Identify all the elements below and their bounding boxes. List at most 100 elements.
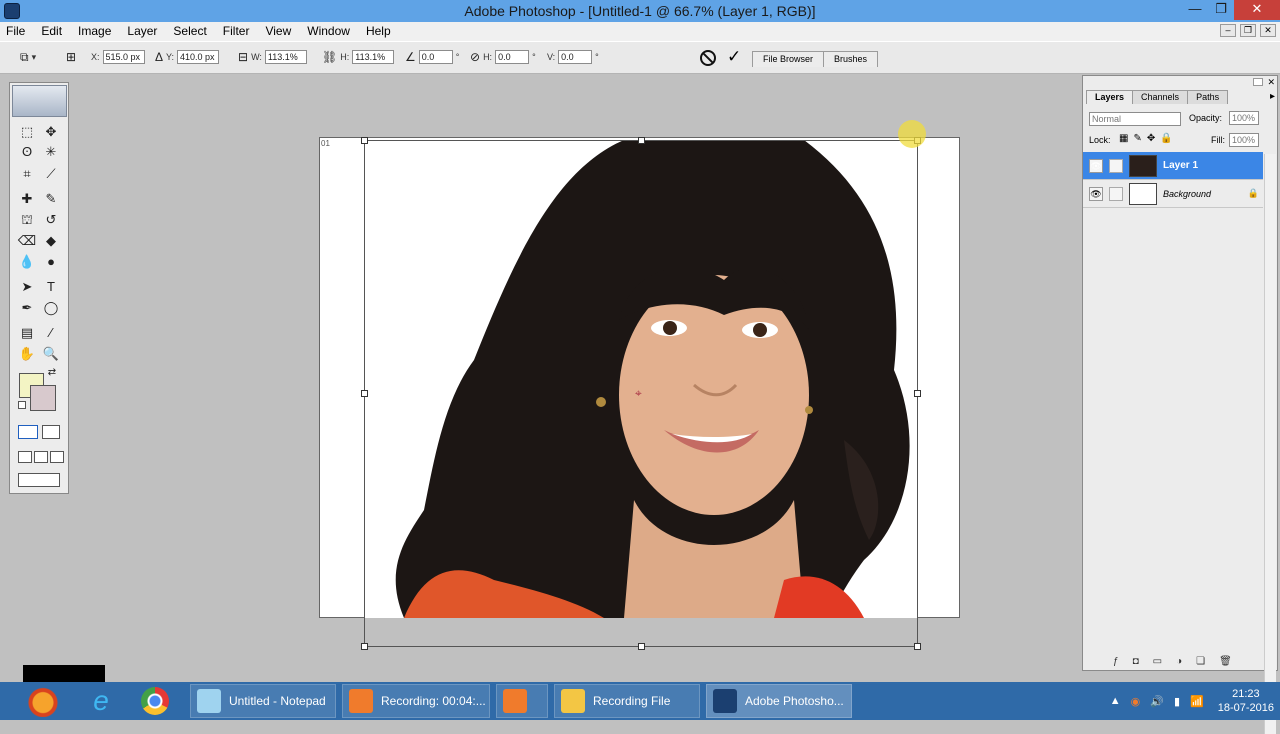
layer-row-layer-1[interactable]: 👁 Layer 1 [1083, 152, 1263, 180]
hskew-field[interactable]: 0.0 [495, 50, 530, 64]
opacity-field[interactable]: 100% [1229, 111, 1259, 125]
visibility-eye-icon[interactable]: 👁 [1089, 158, 1103, 173]
standard-mode-icon[interactable] [18, 425, 38, 439]
adjustment-layer-icon[interactable]: ◑ [1176, 656, 1182, 667]
task-recording-file[interactable]: Recording File [554, 684, 700, 718]
layer-style-icon[interactable]: ƒ [1113, 656, 1119, 667]
palette-close-icon[interactable]: ✕ [1267, 77, 1275, 88]
delete-layer-icon[interactable]: 🗑 [1219, 656, 1232, 667]
background-color-swatch[interactable] [30, 385, 56, 411]
fill-field[interactable]: 100% [1229, 133, 1259, 147]
clone-stamp-tool-icon[interactable]: ⛫ [16, 211, 38, 229]
full-screen-mode-icon[interactable] [50, 451, 64, 463]
default-colors-icon[interactable] [18, 401, 26, 409]
notes-tool-icon[interactable]: ▤ [16, 324, 38, 342]
blend-mode-select[interactable]: Normal [1089, 112, 1181, 126]
transform-handle-bottom-left[interactable] [361, 643, 368, 650]
transform-handle-top-left[interactable] [361, 137, 368, 144]
maximize-button[interactable]: ❐ [1208, 0, 1234, 20]
task-recorder-camera[interactable] [496, 684, 548, 718]
menu-file[interactable]: File [0, 22, 33, 41]
dodge-tool-icon[interactable]: ● [40, 253, 62, 271]
menu-filter[interactable]: Filter [215, 22, 258, 41]
marquee-tool-icon[interactable]: ⬚ [16, 123, 38, 141]
menu-select[interactable]: Select [165, 22, 214, 41]
link-icon[interactable] [1109, 186, 1123, 201]
menu-view[interactable]: View [257, 22, 299, 41]
lasso-tool-icon[interactable]: ʘ [16, 143, 38, 161]
transform-handle-middle-right[interactable] [914, 390, 921, 397]
show-hidden-icons[interactable]: ▲ [1110, 695, 1121, 707]
healing-brush-tool-icon[interactable]: ✚ [16, 190, 38, 208]
swap-colors-icon[interactable]: ⇄ [46, 367, 58, 379]
close-button[interactable]: ✕ [1234, 0, 1280, 20]
brush-tool-icon[interactable]: ✎ [40, 190, 62, 208]
commit-transform-button[interactable]: ✓ [727, 47, 741, 67]
transform-handle-bottom-right[interactable] [914, 643, 921, 650]
pen-tool-icon[interactable]: ✒ [16, 299, 38, 317]
transform-handle-top-center[interactable] [638, 137, 645, 144]
new-layer-icon[interactable]: ❏ [1196, 656, 1205, 667]
paint-bucket-tool-icon[interactable]: ◆ [40, 232, 62, 250]
y-field[interactable]: 410.0 px [177, 50, 220, 64]
slice-tool-icon[interactable]: ⟋ [40, 165, 62, 183]
x-field[interactable]: 515.0 px [102, 50, 145, 64]
menu-image[interactable]: Image [70, 22, 119, 41]
new-set-icon[interactable]: ▭ [1153, 656, 1162, 667]
w-field[interactable]: 113.1% [264, 50, 307, 64]
task-photoshop[interactable]: Adobe Photosho... [706, 684, 852, 718]
firefox-icon[interactable] [25, 685, 61, 717]
reference-point-icon-canvas[interactable]: ⌖ [635, 386, 642, 401]
clock[interactable]: 21:23 18-07-2016 [1218, 687, 1274, 715]
h-field[interactable]: 113.1% [352, 50, 395, 64]
tab-layers[interactable]: Layers [1086, 90, 1134, 104]
vskew-field[interactable]: 0.0 [558, 50, 593, 64]
path-selection-tool-icon[interactable]: ➤ [16, 278, 38, 296]
volume-icon[interactable]: 🔊 [1150, 695, 1164, 708]
transform-handle-middle-left[interactable] [361, 390, 368, 397]
layer-row-background[interactable]: 👁 Background 🔒 [1083, 180, 1263, 208]
recorder-tray-icon[interactable]: ◉ [1131, 695, 1141, 708]
lock-image-icon[interactable]: ✎ [1133, 133, 1141, 144]
reference-point-icon[interactable]: ⊞ [66, 50, 76, 64]
history-brush-tool-icon[interactable]: ↺ [40, 211, 62, 229]
palette-minimize-button[interactable] [1253, 78, 1263, 86]
transform-handle-bottom-center[interactable] [638, 643, 645, 650]
cancel-transform-button[interactable] [700, 50, 716, 66]
eyedropper-tool-icon[interactable]: ⁄ [40, 324, 62, 342]
eraser-tool-icon[interactable]: ⌫ [16, 232, 38, 250]
lock-transparency-icon[interactable]: ▦ [1119, 133, 1128, 144]
quick-mask-mode-icon[interactable] [42, 425, 60, 439]
layers-scrollbar[interactable] [1264, 154, 1276, 734]
standard-screen-mode-icon[interactable] [18, 451, 32, 463]
type-tool-icon[interactable]: T [40, 278, 62, 296]
task-notepad[interactable]: Untitled - Notepad [190, 684, 336, 718]
palette-menu-icon[interactable]: ▸ [1270, 91, 1275, 102]
menu-help[interactable]: Help [358, 22, 399, 41]
doc-close-button[interactable]: ✕ [1260, 24, 1276, 37]
rotate-field[interactable]: 0.0 [418, 50, 453, 64]
crop-tool-icon[interactable]: ⌗ [16, 165, 38, 183]
ellipse-tool-icon[interactable]: ◯ [40, 299, 62, 317]
blur-tool-icon[interactable]: 💧 [16, 253, 38, 271]
lock-position-icon[interactable]: ✥ [1147, 133, 1155, 144]
tab-paths[interactable]: Paths [1187, 90, 1229, 104]
tool-preset-icon[interactable]: ⧉ ▾ [20, 50, 36, 65]
adobe-online-banner[interactable] [12, 85, 67, 117]
full-screen-menu-mode-icon[interactable] [34, 451, 48, 463]
link-icon[interactable]: ⛓ [322, 50, 337, 64]
task-recording[interactable]: Recording: 00:04:... [342, 684, 490, 718]
menu-window[interactable]: Window [299, 22, 358, 41]
menu-edit[interactable]: Edit [33, 22, 70, 41]
chrome-icon[interactable] [141, 687, 169, 715]
tab-channels[interactable]: Channels [1132, 90, 1189, 104]
tab-brushes[interactable]: Brushes [823, 51, 879, 67]
add-mask-icon[interactable]: ◘ [1133, 656, 1139, 667]
internet-explorer-icon[interactable]: e [83, 685, 119, 717]
lock-all-icon[interactable]: 🔒 [1160, 133, 1172, 144]
doc-restore-button[interactable]: ❐ [1240, 24, 1256, 37]
brush-link-icon[interactable] [1109, 158, 1123, 173]
minimize-button[interactable]: — [1182, 0, 1208, 20]
hand-tool-icon[interactable]: ✋ [16, 345, 38, 363]
network-icon[interactable]: 📶 [1190, 695, 1204, 708]
